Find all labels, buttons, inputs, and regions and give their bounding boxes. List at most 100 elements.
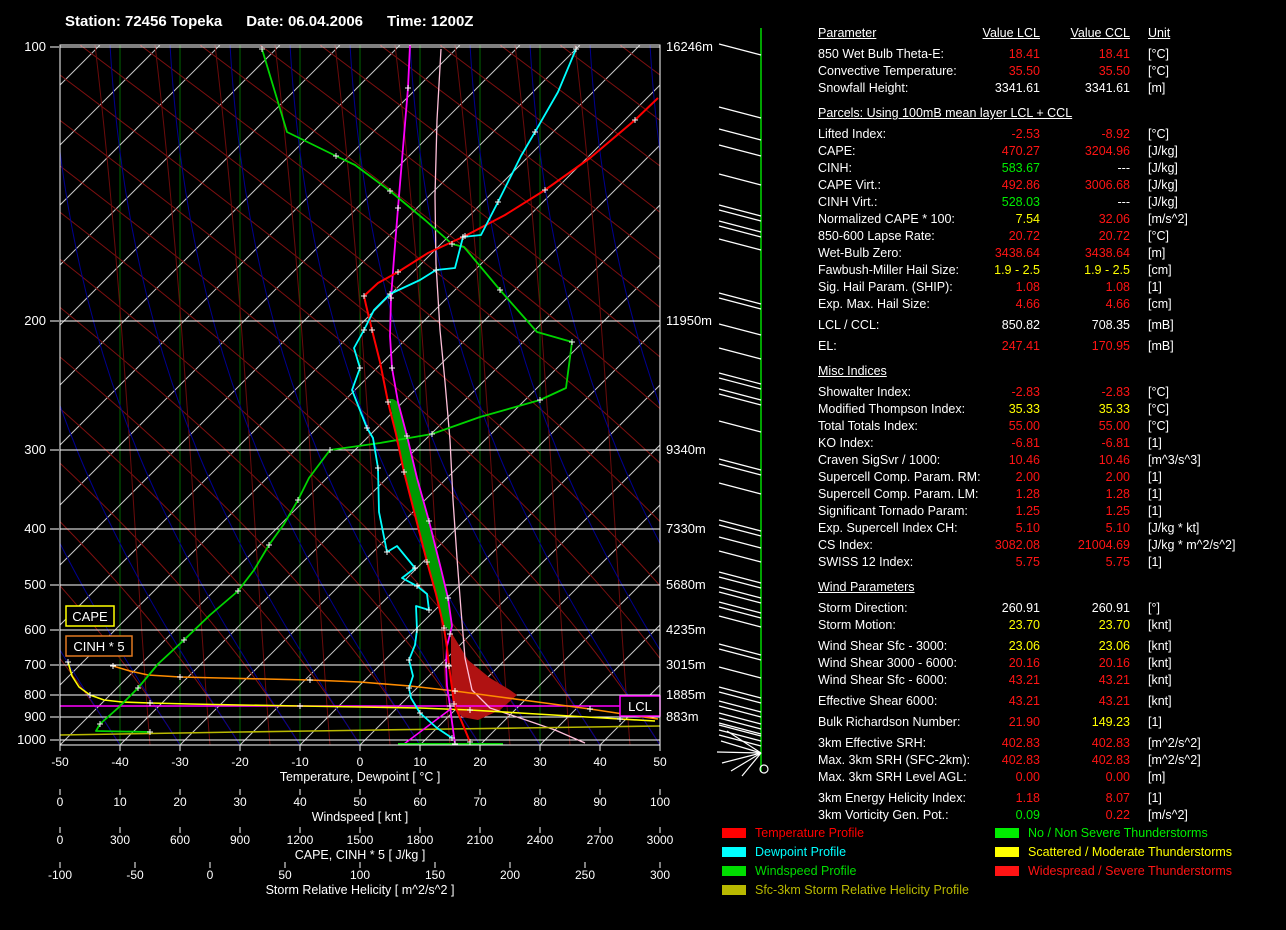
param-unit: [mB]	[1130, 338, 1174, 355]
param-label: Significant Tornado Param:	[818, 503, 982, 520]
param-unit: [m^2/s^2]	[1130, 735, 1201, 752]
svg-text:-50: -50	[126, 868, 144, 882]
param-label: Wind Shear Sfc - 6000:	[818, 672, 982, 689]
x-axis: -100-50050100150200250300Storm Relative …	[48, 862, 670, 897]
svg-text:90: 90	[593, 795, 607, 809]
param-label: Supercell Comp. Param. LM:	[818, 486, 982, 503]
param-label: Max. 3km SRH Level AGL:	[818, 769, 982, 786]
param-unit: [°C]	[1130, 46, 1169, 63]
param-value-ccl: 170.95	[1040, 338, 1130, 355]
param-row: Sig. Hail Param. (SHIP):1.081.08[1]	[818, 279, 1282, 296]
param-unit: [°C]	[1130, 228, 1169, 245]
param-value-ccl: 3204.96	[1040, 143, 1130, 160]
param-label: Wet-Bulb Zero:	[818, 245, 982, 262]
param-row: EL:247.41170.95[mB]	[818, 338, 1282, 355]
param-value-lcl: 35.50	[982, 63, 1040, 80]
svg-text:3000: 3000	[647, 833, 674, 847]
svg-text:0: 0	[357, 755, 364, 769]
svg-text:2700: 2700	[587, 833, 614, 847]
param-value-ccl: 1.08	[1040, 279, 1130, 296]
severity-legend-item: Scattered / Moderate Thunderstorms	[995, 842, 1232, 861]
svg-text:LCL: LCL	[628, 699, 652, 714]
param-label: Exp. Supercell Index CH:	[818, 520, 982, 537]
param-label: 850-600 Lapse Rate:	[818, 228, 982, 245]
param-value-ccl: 149.23	[1040, 714, 1130, 731]
param-value-lcl: 23.06	[982, 638, 1040, 655]
param-value-ccl: 5.10	[1040, 520, 1130, 537]
param-row: Bulk Richardson Number:21.90149.23[1]	[818, 714, 1282, 731]
param-value-lcl: 4.66	[982, 296, 1040, 313]
param-label: CINH:	[818, 160, 982, 177]
svg-text:3015m: 3015m	[666, 657, 706, 672]
svg-text:Temperature, Dewpoint [ °C ]: Temperature, Dewpoint [ °C ]	[280, 770, 441, 784]
svg-text:0: 0	[57, 795, 64, 809]
svg-text:0: 0	[57, 833, 64, 847]
svg-text:200: 200	[500, 868, 520, 882]
param-value-lcl: 5.75	[982, 554, 1040, 571]
table-header: ParameterValue LCLValue CCLUnit	[818, 24, 1282, 46]
param-row: Normalized CAPE * 100:7.5432.06[m/s^2]	[818, 211, 1282, 228]
param-label: 3km Effective SRH:	[818, 735, 982, 752]
severity-legend: No / Non Severe ThunderstormsScattered /…	[995, 823, 1232, 880]
param-label: Convective Temperature:	[818, 63, 982, 80]
param-row: KO Index:-6.81-6.81[1]	[818, 435, 1282, 452]
param-label: Exp. Max. Hail Size:	[818, 296, 982, 313]
param-row: CS Index:3082.0821004.69[J/kg * m^2/s^2]	[818, 537, 1282, 554]
param-row: Max. 3km SRH Level AGL:0.000.00[m]	[818, 769, 1282, 786]
param-row: Wet-Bulb Zero:3438.643438.64[m]	[818, 245, 1282, 262]
svg-text:600: 600	[24, 622, 46, 637]
section-header: Misc Indices	[818, 364, 1282, 378]
param-row: Total Totals Index:55.0055.00[°C]	[818, 418, 1282, 435]
param-value-ccl: 23.06	[1040, 638, 1130, 655]
svg-text:1000: 1000	[17, 732, 46, 747]
param-value-lcl: 3438.64	[982, 245, 1040, 262]
svg-text:4235m: 4235m	[666, 622, 706, 637]
svg-text:50: 50	[353, 795, 367, 809]
param-label: Showalter Index:	[818, 384, 982, 401]
param-label: Storm Motion:	[818, 617, 982, 634]
param-value-lcl: 247.41	[982, 338, 1040, 355]
param-label: Max. 3km SRH (SFC-2km):	[818, 752, 982, 769]
svg-text:40: 40	[593, 755, 607, 769]
param-value-ccl: 20.72	[1040, 228, 1130, 245]
param-value-ccl: -2.83	[1040, 384, 1130, 401]
param-unit: [J/kg * m^2/s^2]	[1130, 537, 1235, 554]
param-label: Wind Shear Sfc - 3000:	[818, 638, 982, 655]
param-value-ccl: 20.16	[1040, 655, 1130, 672]
param-row: Exp. Max. Hail Size:4.664.66[cm]	[818, 296, 1282, 313]
param-label: EL:	[818, 338, 982, 355]
svg-text:CAPE: CAPE	[72, 609, 108, 624]
param-label: 3km Energy Helicity Index:	[818, 790, 982, 807]
header-unit: Unit	[1130, 24, 1170, 46]
param-value-lcl: 492.86	[982, 177, 1040, 194]
param-label: Modified Thompson Index:	[818, 401, 982, 418]
param-label: Craven SigSvr / 1000:	[818, 452, 982, 469]
param-label: SWISS 12 Index:	[818, 554, 982, 571]
param-label: 850 Wet Bulb Theta-E:	[818, 46, 982, 63]
param-row: Significant Tornado Param:1.251.25[1]	[818, 503, 1282, 520]
param-label: LCL / CCL:	[818, 317, 982, 334]
param-value-lcl: 850.82	[982, 317, 1040, 334]
legend-swatch-icon	[995, 828, 1019, 838]
param-value-lcl: 3082.08	[982, 537, 1040, 554]
skewt-sounding-chart: CAPECINH * 5LCL1002003004005006007008009…	[0, 0, 800, 905]
header-value-lcl: Value LCL	[958, 24, 1040, 46]
header-parameter: Parameter	[818, 24, 958, 46]
param-unit: [°C]	[1130, 63, 1169, 80]
svg-text:30: 30	[533, 755, 547, 769]
param-value-ccl: 18.41	[1040, 46, 1130, 63]
param-row: Showalter Index:-2.83-2.83[°C]	[818, 384, 1282, 401]
param-unit: [J/kg]	[1130, 177, 1178, 194]
svg-text:-40: -40	[111, 755, 129, 769]
legend-swatch-icon	[995, 847, 1019, 857]
param-unit: [J/kg * kt]	[1130, 520, 1199, 537]
param-label: Effective Shear 6000:	[818, 693, 982, 710]
param-row: Modified Thompson Index:35.3335.33[°C]	[818, 401, 1282, 418]
param-value-lcl: 55.00	[982, 418, 1040, 435]
param-value-ccl: 35.33	[1040, 401, 1130, 418]
svg-text:7330m: 7330m	[666, 521, 706, 536]
param-value-ccl: 3006.68	[1040, 177, 1130, 194]
svg-text:300: 300	[110, 833, 130, 847]
param-value-lcl: 43.21	[982, 693, 1040, 710]
param-label: CAPE:	[818, 143, 982, 160]
